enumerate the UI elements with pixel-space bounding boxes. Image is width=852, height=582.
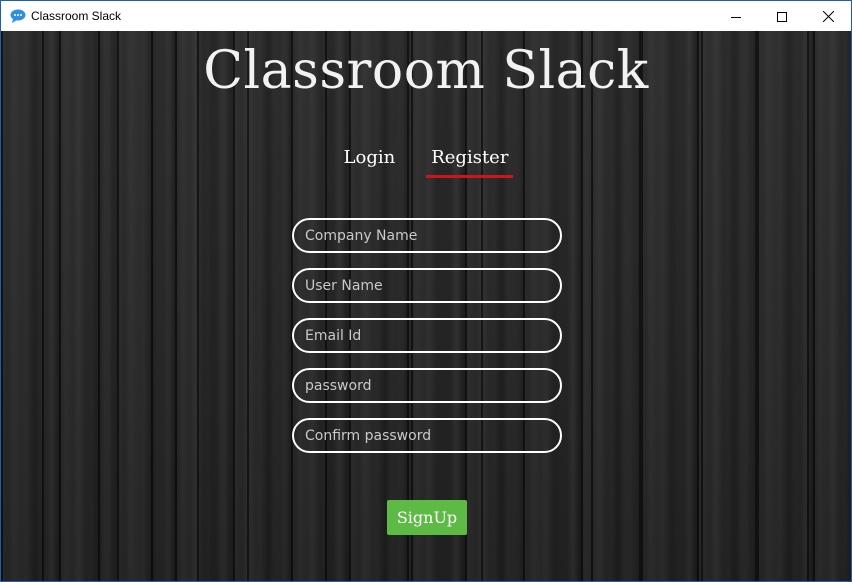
user-name-input[interactable] [292, 268, 562, 303]
confirm-password-input[interactable] [292, 418, 562, 453]
title-bar[interactable]: Classroom Slack [1, 1, 851, 31]
auth-tabs: Login Register [1, 145, 851, 178]
window-title: Classroom Slack [31, 9, 122, 23]
wood-background: Classroom Slack Login Register SignUp [1, 31, 851, 581]
minimize-button[interactable] [713, 1, 759, 31]
chat-bubble-icon [10, 8, 26, 24]
plank-seam [701, 31, 703, 581]
tab-login[interactable]: Login [339, 145, 401, 174]
app-title: Classroom Slack [203, 41, 649, 101]
signup-button[interactable]: SignUp [387, 500, 467, 535]
window-controls [713, 1, 851, 31]
plank-seam [757, 31, 759, 581]
password-input[interactable] [292, 368, 562, 403]
close-button[interactable] [805, 1, 851, 31]
plank-seam [151, 31, 153, 581]
plank-seam [641, 31, 643, 581]
plank-seam [42, 31, 44, 581]
email-input[interactable] [292, 318, 562, 353]
maximize-button[interactable] [759, 1, 805, 31]
plank-seam [197, 31, 199, 581]
company-name-input[interactable] [292, 218, 562, 253]
plank-seam [247, 31, 249, 581]
plank-seam [807, 31, 809, 581]
maximize-icon [777, 7, 787, 26]
plank-seam [98, 31, 100, 581]
plank-seam [591, 31, 593, 581]
minimize-icon [731, 7, 741, 26]
tab-register[interactable]: Register [426, 145, 514, 178]
register-form [292, 218, 562, 468]
close-icon [822, 7, 834, 26]
app-window: Classroom Slack Classroom Slack Login Re… [0, 0, 852, 582]
